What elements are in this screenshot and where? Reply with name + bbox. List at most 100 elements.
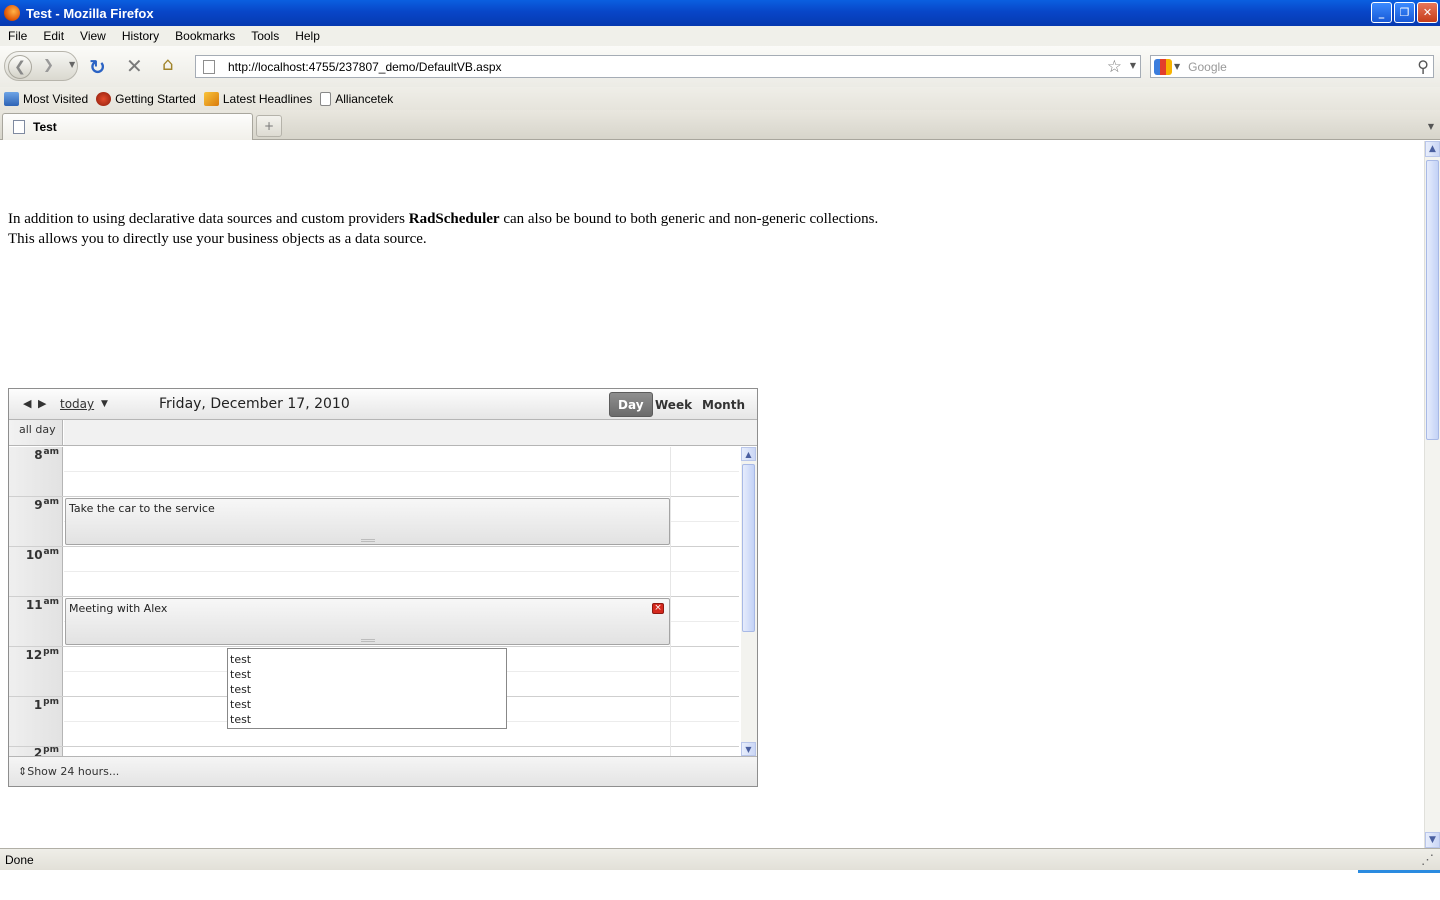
- firefox-icon: [4, 5, 20, 21]
- scroll-up-icon[interactable]: ▲: [1425, 141, 1440, 157]
- menu-bookmarks[interactable]: Bookmarks: [167, 29, 243, 43]
- hour-label: 8am: [34, 447, 59, 462]
- hour-line: [9, 646, 739, 647]
- url-text[interactable]: http://localhost:4755/237807_demo/Defaul…: [228, 60, 502, 74]
- hour-label: 12pm: [25, 647, 59, 662]
- appointment[interactable]: Take the car to the service: [65, 498, 670, 545]
- tab-list-dropdown-icon[interactable]: ▼: [1422, 115, 1440, 137]
- today-link[interactable]: today: [60, 397, 94, 411]
- hour-line: [9, 546, 739, 547]
- scroll-up-icon[interactable]: ▲: [741, 447, 756, 461]
- hours-column: 8am 9am 10am 11am 12pm 1pm 2pm: [9, 447, 63, 756]
- rss-icon: [203, 91, 219, 106]
- all-day-label: all day: [9, 420, 63, 445]
- new-tab-button[interactable]: +: [256, 115, 282, 137]
- page-scrollbar[interactable]: ▲ ▼: [1424, 141, 1440, 848]
- plus-icon: +: [263, 119, 275, 133]
- history-dropdown-icon[interactable]: ▼: [69, 60, 75, 69]
- reload-icon[interactable]: ↻: [89, 55, 106, 79]
- window-title: Test - Mozilla Firefox: [26, 5, 154, 21]
- page-icon: [203, 59, 215, 74]
- hour-label: 11am: [25, 597, 59, 612]
- hour-line: [9, 746, 739, 747]
- list-item[interactable]: test: [230, 682, 506, 697]
- scheduler-header: ◀ ▶ today ▼ Friday, December 17, 2010 Da…: [9, 389, 757, 420]
- back-arrow-icon: ❮: [14, 59, 26, 75]
- scheduler-scrollbar[interactable]: ▲ ▼: [741, 447, 757, 756]
- bookmark-alliancetek[interactable]: Alliancetek: [320, 91, 393, 106]
- hour-line: [9, 496, 739, 497]
- url-bar[interactable]: http://localhost:4755/237807_demo/Defaul…: [195, 55, 1141, 78]
- list-item[interactable]: test: [230, 652, 506, 667]
- page-icon: [320, 91, 332, 106]
- navigation-toolbar: ❮ ❯ ▼ ↻ ✕ ⌂ http://localhost:4755/237807…: [0, 46, 1440, 87]
- hour-label: 9am: [34, 497, 59, 512]
- time-grid: 8am 9am 10am 11am 12pm 1pm 2pm Take the …: [9, 447, 739, 756]
- appointment[interactable]: Meeting with Alex ×: [65, 598, 670, 645]
- menu-history[interactable]: History: [114, 29, 167, 43]
- hour-label: 10am: [25, 547, 59, 562]
- list-item[interactable]: test: [230, 712, 506, 727]
- hour-line: [9, 596, 739, 597]
- show-24-hours-label: Show 24 hours...: [27, 765, 120, 778]
- back-button[interactable]: ❮: [8, 55, 32, 79]
- date-picker-dropdown-icon[interactable]: ▼: [101, 399, 108, 409]
- bookmark-most-visited[interactable]: Most Visited: [4, 91, 88, 106]
- all-day-cell[interactable]: [64, 420, 757, 445]
- home-icon[interactable]: ⌂: [162, 54, 173, 75]
- bookmark-label: Latest Headlines: [222, 91, 313, 106]
- context-list-popup: test test test test test: [227, 648, 507, 729]
- menu-view[interactable]: View: [72, 29, 114, 43]
- menu-tools[interactable]: Tools: [243, 29, 287, 43]
- resize-handle[interactable]: [361, 639, 375, 642]
- scroll-down-icon[interactable]: ▼: [1425, 832, 1440, 848]
- next-day-icon[interactable]: ▶: [38, 397, 46, 410]
- list-item[interactable]: test: [230, 667, 506, 682]
- url-dropdown-icon[interactable]: ▼: [1130, 61, 1136, 70]
- minimize-button[interactable]: _: [1371, 2, 1392, 23]
- all-day-row: all day: [9, 420, 757, 446]
- delete-appointment-icon[interactable]: ×: [652, 603, 664, 614]
- bookmark-latest-headlines[interactable]: Latest Headlines: [203, 91, 313, 106]
- taskbar-accent: [1358, 870, 1440, 873]
- scroll-down-icon[interactable]: ▼: [741, 742, 756, 756]
- tab-test[interactable]: Test: [2, 113, 253, 140]
- desktop-strip: [0, 870, 1440, 900]
- appointment-subject: Take the car to the service: [69, 502, 215, 515]
- intro-line2: This allows you to directly use your bus…: [8, 231, 427, 247]
- search-engine-dropdown-icon[interactable]: ▼: [1174, 62, 1180, 71]
- page-icon: [13, 120, 25, 134]
- window-titlebar: Test - Mozilla Firefox _ ❐ ✕: [0, 0, 1440, 26]
- google-icon[interactable]: [1154, 58, 1172, 75]
- menu-help[interactable]: Help: [287, 29, 328, 43]
- restore-button[interactable]: ❐: [1394, 2, 1415, 23]
- view-tab-week[interactable]: Week: [647, 392, 700, 417]
- column-separator: [670, 447, 671, 756]
- rad-scheduler: ◀ ▶ today ▼ Friday, December 17, 2010 Da…: [8, 388, 758, 787]
- search-placeholder[interactable]: Google: [1188, 60, 1227, 74]
- menu-edit[interactable]: Edit: [35, 29, 72, 43]
- bookmark-getting-started[interactable]: Getting Started: [96, 91, 196, 106]
- intro-text: In addition to using declarative data so…: [8, 209, 878, 249]
- view-tab-day[interactable]: Day: [609, 392, 653, 417]
- scroll-thumb[interactable]: [1426, 160, 1439, 440]
- resize-grip-icon[interactable]: ⋰: [1421, 852, 1434, 868]
- status-bar: Done ⋰: [0, 848, 1440, 870]
- bookmark-star-icon[interactable]: ☆: [1107, 57, 1122, 77]
- list-item[interactable]: test: [230, 697, 506, 712]
- search-icon[interactable]: ⚲: [1417, 57, 1429, 76]
- previous-day-icon[interactable]: ◀: [23, 397, 31, 410]
- close-button[interactable]: ✕: [1417, 2, 1438, 23]
- scroll-thumb[interactable]: [742, 464, 755, 632]
- forward-button[interactable]: ❯: [43, 58, 54, 73]
- search-bar[interactable]: ▼ Google ⚲: [1150, 55, 1434, 78]
- stop-icon[interactable]: ✕: [126, 54, 143, 78]
- bookmark-label: Getting Started: [115, 91, 196, 106]
- intro-line1-start: In addition to using declarative data so…: [8, 211, 409, 227]
- scheduler-date: Friday, December 17, 2010: [159, 396, 350, 412]
- show-24-hours-link[interactable]: ⇕Show 24 hours...: [18, 765, 119, 778]
- resize-handle[interactable]: [361, 539, 375, 542]
- menu-file[interactable]: File: [0, 29, 35, 43]
- view-tab-month[interactable]: Month: [694, 392, 753, 417]
- most-visited-icon: [4, 91, 19, 106]
